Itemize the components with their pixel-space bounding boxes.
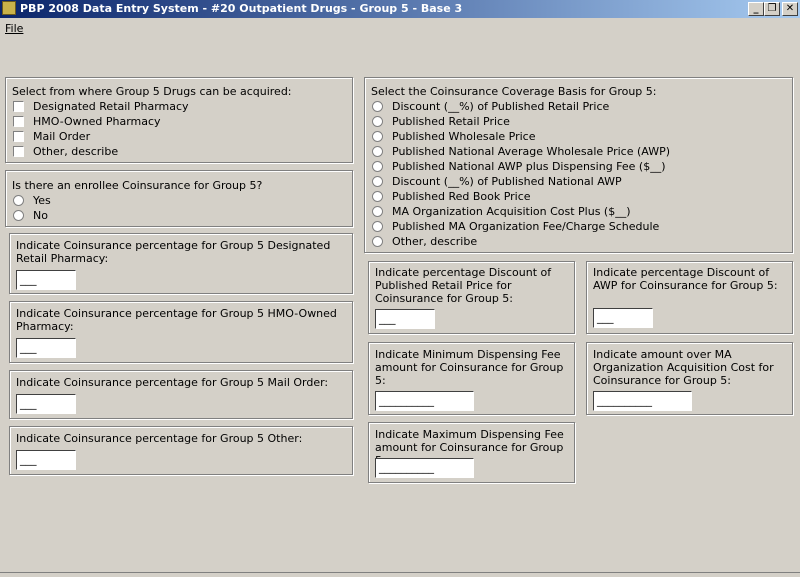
restore-button[interactable]: ❐	[764, 2, 780, 16]
over-cost-prompt: Indicate amount over MA Organization Acq…	[593, 348, 774, 387]
basis-prompt: Select the Coinsurance Coverage Basis fo…	[371, 85, 657, 98]
basis-group: Select the Coinsurance Coverage Basis fo…	[364, 77, 793, 253]
other-label: Other, describe	[33, 145, 119, 158]
basis-radio[interactable]	[372, 206, 383, 217]
basis-radio[interactable]	[372, 176, 383, 187]
pct-mail-group: Indicate Coinsurance percentage for Grou…	[9, 370, 353, 419]
other-checkbox[interactable]	[13, 146, 24, 157]
yes-label: Yes	[33, 194, 51, 207]
basis-radio[interactable]	[372, 116, 383, 127]
menu-file[interactable]: File	[5, 22, 23, 35]
hmo-checkbox[interactable]	[13, 116, 24, 127]
basis-label: Published National Average Wholesale Pri…	[392, 145, 670, 158]
max-fee-group: Indicate Maximum Dispensing Fee amount f…	[368, 422, 575, 483]
hmo-label: HMO-Owned Pharmacy	[33, 115, 161, 128]
pct-other-group: Indicate Coinsurance percentage for Grou…	[9, 426, 353, 475]
over-cost-input[interactable]: __________	[593, 391, 692, 411]
pct-hmo-input[interactable]: ___	[16, 338, 76, 358]
mail-checkbox[interactable]	[13, 131, 24, 142]
over-cost-group: Indicate amount over MA Organization Acq…	[586, 342, 793, 415]
pct-other-prompt: Indicate Coinsurance percentage for Grou…	[16, 432, 303, 445]
menu-bar: File	[0, 19, 800, 37]
disc-retail-group: Indicate percentage Discount of Publishe…	[368, 261, 575, 334]
basis-label: Discount (__%) of Published Retail Price	[392, 100, 610, 113]
pct-hmo-prompt: Indicate Coinsurance percentage for Grou…	[16, 307, 337, 333]
retail-label: Designated Retail Pharmacy	[33, 100, 189, 113]
basis-label: Published Retail Price	[392, 115, 510, 128]
basis-radio[interactable]	[372, 221, 383, 232]
min-fee-group: Indicate Minimum Dispensing Fee amount f…	[368, 342, 575, 415]
pct-retail-group: Indicate Coinsurance percentage for Grou…	[9, 233, 353, 294]
basis-radio[interactable]	[372, 146, 383, 157]
no-radio[interactable]	[13, 210, 24, 221]
basis-radio[interactable]	[372, 131, 383, 142]
minimize-button[interactable]: _	[748, 2, 764, 16]
yes-radio[interactable]	[13, 195, 24, 206]
coinsurance-group: Is there an enrollee Coinsurance for Gro…	[5, 170, 353, 227]
retail-checkbox[interactable]	[13, 101, 24, 112]
close-button[interactable]: ✕	[782, 2, 798, 16]
title-bar: PBP 2008 Data Entry System - #20 Outpati…	[0, 0, 800, 18]
disc-awp-prompt: Indicate percentage Discount of AWP for …	[593, 266, 778, 292]
disc-awp-group: Indicate percentage Discount of AWP for …	[586, 261, 793, 334]
disc-retail-prompt: Indicate percentage Discount of Publishe…	[375, 266, 552, 305]
basis-radio[interactable]	[372, 191, 383, 202]
app-icon	[2, 1, 16, 15]
acquire-group: Select from where Group 5 Drugs can be a…	[5, 77, 353, 163]
basis-label: MA Organization Acquisition Cost Plus ($…	[392, 205, 631, 218]
pct-mail-input[interactable]: ___	[16, 394, 76, 414]
basis-label: Published Wholesale Price	[392, 130, 536, 143]
basis-radio[interactable]	[372, 101, 383, 112]
min-fee-input[interactable]: __________	[375, 391, 474, 411]
acquire-prompt: Select from where Group 5 Drugs can be a…	[12, 85, 292, 98]
coinsurance-prompt: Is there an enrollee Coinsurance for Gro…	[12, 179, 263, 192]
pct-mail-prompt: Indicate Coinsurance percentage for Grou…	[16, 376, 329, 389]
max-fee-input[interactable]: __________	[375, 458, 474, 478]
pct-hmo-group: Indicate Coinsurance percentage for Grou…	[9, 301, 353, 363]
basis-label: Discount (__%) of Published National AWP	[392, 175, 622, 188]
basis-radio[interactable]	[372, 236, 383, 247]
pct-retail-prompt: Indicate Coinsurance percentage for Grou…	[16, 239, 331, 265]
bottom-edge	[0, 572, 800, 577]
pct-retail-input[interactable]: ___	[16, 270, 76, 290]
basis-label: Published National AWP plus Dispensing F…	[392, 160, 666, 173]
min-fee-prompt: Indicate Minimum Dispensing Fee amount f…	[375, 348, 564, 387]
basis-label: Published Red Book Price	[392, 190, 531, 203]
basis-radio[interactable]	[372, 161, 383, 172]
no-label: No	[33, 209, 48, 222]
disc-awp-input[interactable]: ___	[593, 308, 653, 328]
mail-label: Mail Order	[33, 130, 91, 143]
basis-label: Other, describe	[392, 235, 478, 248]
pct-other-input[interactable]: ___	[16, 450, 76, 470]
window-title: PBP 2008 Data Entry System - #20 Outpati…	[20, 2, 463, 15]
disc-retail-input[interactable]: ___	[375, 309, 435, 329]
basis-label: Published MA Organization Fee/Charge Sch…	[392, 220, 660, 233]
